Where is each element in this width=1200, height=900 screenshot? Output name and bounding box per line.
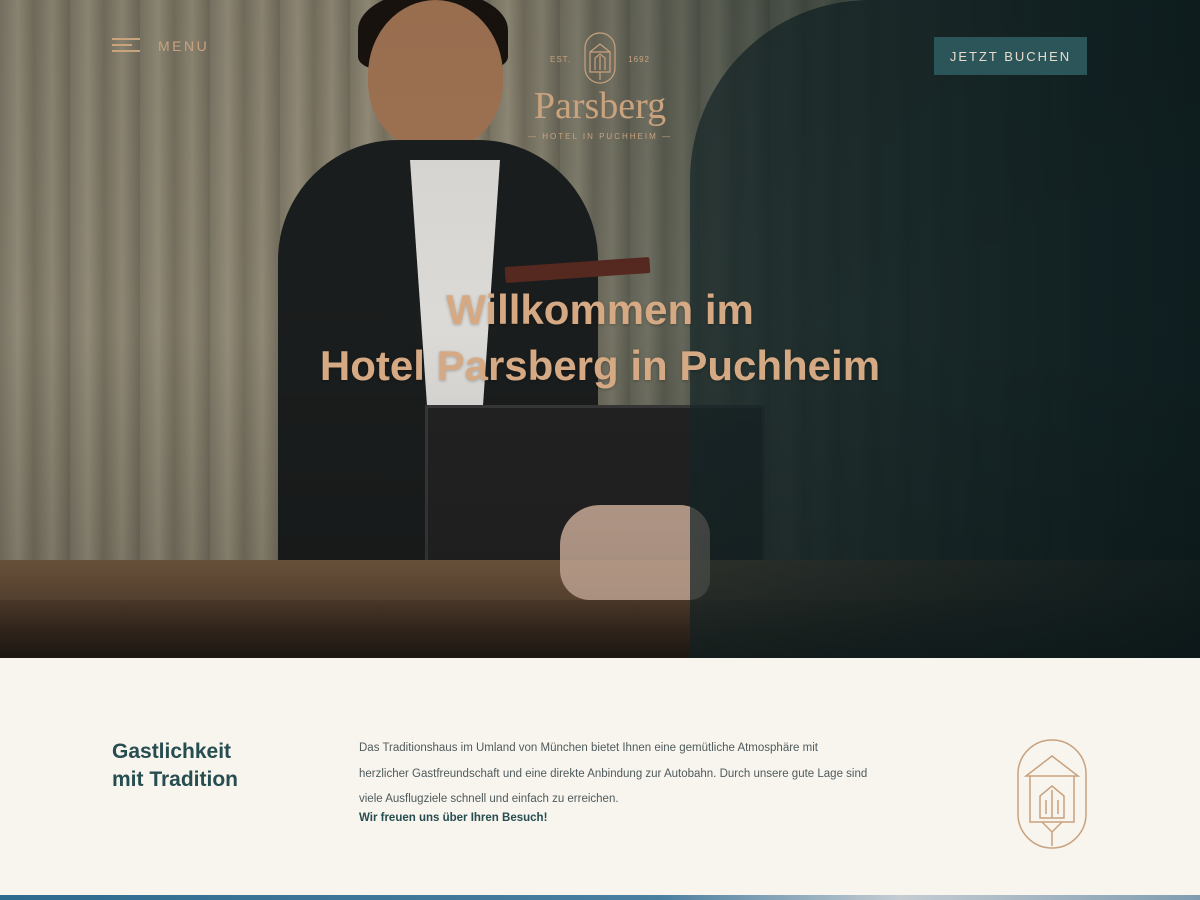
hero-title-line2: Hotel Parsberg in Puchheim [319,342,881,389]
hero-section: MENU EST. 1692 Parsberg — HOTEL IN PUCHH… [0,0,1200,658]
logo-year: 1692 [628,55,650,64]
hotel-logo[interactable]: EST. 1692 Parsberg — HOTEL IN PUCHHEIM — [520,30,680,145]
menu-label: MENU [158,38,210,54]
hero-title-line1: Willkommen im [446,286,754,333]
hero-title: Willkommen im Hotel Parsberg in Puchheim [0,282,1200,394]
next-section-preview [0,895,1200,900]
hotel-emblem-icon [1017,739,1087,849]
book-now-button[interactable]: JETZT BUCHEN [934,37,1087,75]
logo-name: Parsberg [533,85,667,127]
intro-section: Gastlichkeit mit Tradition Das Tradition… [0,658,1200,900]
intro-heading-line2: mit Tradition [112,768,238,791]
logo-est: EST. [550,55,571,64]
intro-text: Das Traditionshaus im Umland von München… [359,742,868,805]
intro-heading: Gastlichkeit mit Tradition [112,738,332,794]
logo-subtitle: — HOTEL IN PUCHHEIM — [528,132,672,141]
menu-button[interactable]: MENU [112,38,209,54]
hotel-emblem-icon [584,32,616,84]
intro-heading-line1: Gastlichkeit [112,740,232,763]
intro-closing: Wir freuen uns über Ihren Besuch! [359,812,548,824]
hamburger-menu-icon [112,38,140,54]
